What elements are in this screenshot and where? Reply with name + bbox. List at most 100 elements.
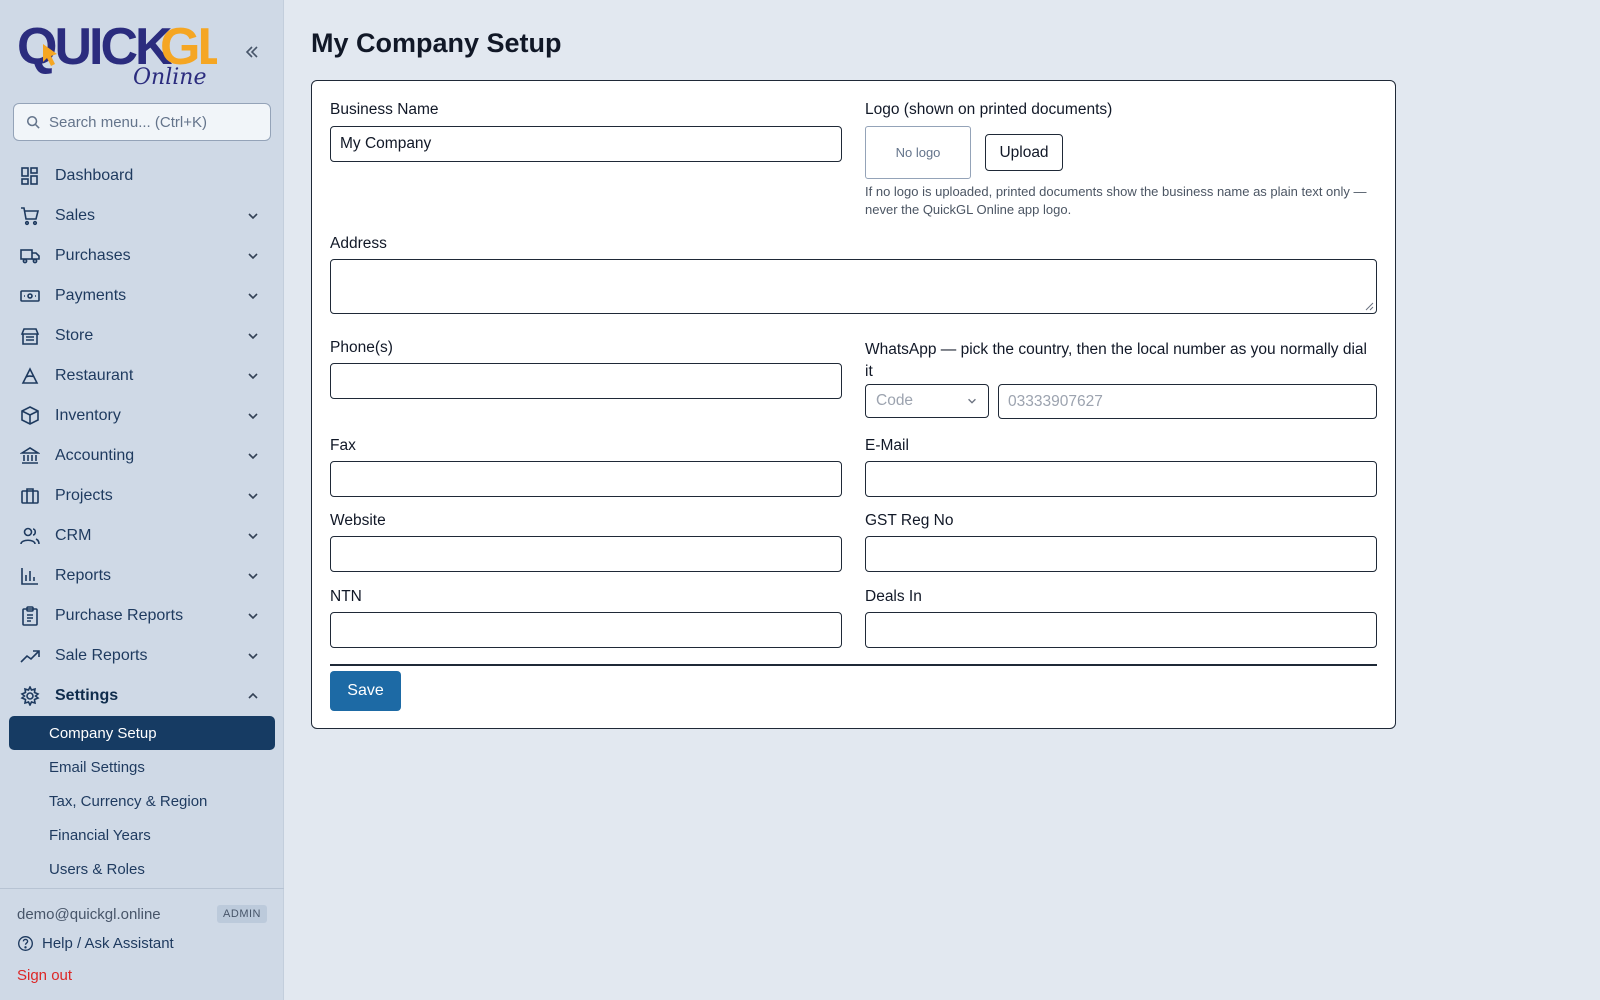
package-icon: [19, 405, 41, 427]
nav-reports[interactable]: Reports: [0, 556, 284, 596]
help-circle-icon: [18, 936, 33, 951]
nav-restaurant[interactable]: Restaurant: [0, 356, 284, 396]
clipboard-icon: [19, 605, 41, 627]
nav-label: Payments: [55, 287, 127, 304]
nav-sale-reports[interactable]: Sale Reports: [0, 636, 284, 676]
subnav-users-roles[interactable]: Users & Roles: [9, 852, 275, 886]
ntn-input[interactable]: [330, 612, 842, 648]
nav-settings[interactable]: Settings: [0, 676, 284, 716]
user-email: demo@quickgl.online: [17, 905, 161, 923]
fax-label: Fax: [330, 437, 356, 454]
address-label: Address: [330, 235, 387, 252]
trending-up-icon: [19, 645, 41, 667]
signout-link[interactable]: Sign out: [17, 967, 72, 984]
app-logo[interactable]: QUICK GL Online: [17, 14, 231, 90]
email-input[interactable]: [865, 461, 1377, 497]
nav-label: Settings: [55, 687, 119, 704]
page-title: My Company Setup: [311, 28, 562, 58]
subnav-financial-years[interactable]: Financial Years: [9, 818, 275, 852]
country-code-value: Code: [876, 392, 914, 409]
nav-purchase-reports[interactable]: Purchase Reports: [0, 596, 284, 636]
fax-input[interactable]: [330, 461, 842, 497]
nav-label: Dashboard: [55, 167, 134, 184]
briefcase-icon: [19, 485, 41, 507]
chevron-down-icon: [246, 528, 262, 544]
help-link[interactable]: Help / Ask Assistant: [17, 935, 174, 952]
nav-store[interactable]: Store: [0, 316, 284, 356]
website-label: Website: [330, 512, 386, 529]
nav-accounting[interactable]: Accounting: [0, 436, 284, 476]
chevron-down-icon: [968, 398, 976, 404]
user-row: demo@quickgl.online ADMIN: [17, 905, 267, 923]
chevron-down-icon: [246, 648, 262, 664]
nav-label: Reports: [55, 567, 112, 584]
nav-sales[interactable]: Sales: [0, 196, 284, 236]
nav-crm[interactable]: CRM: [0, 516, 284, 556]
cart-icon: [19, 205, 41, 227]
business-name-input[interactable]: [330, 126, 842, 162]
chevron-up-icon: [246, 688, 262, 704]
role-badge: ADMIN: [217, 905, 267, 923]
utensils-icon: [19, 365, 41, 387]
bank-icon: [19, 445, 41, 467]
collapse-sidebar-icon[interactable]: [240, 40, 264, 64]
help-label: Help / Ask Assistant: [42, 935, 174, 952]
gst-input[interactable]: [865, 536, 1377, 572]
chevron-down-icon: [246, 368, 262, 384]
chevron-down-icon: [246, 568, 262, 584]
company-setup-form: Business Name Logo (shown on printed doc…: [311, 80, 1396, 729]
nav-projects[interactable]: Projects: [0, 476, 284, 516]
nav-payments[interactable]: Payments: [0, 276, 284, 316]
save-button[interactable]: Save: [330, 671, 401, 711]
upload-logo-button[interactable]: Upload: [985, 134, 1063, 171]
sidebar: QUICK GL Online Dashboard Sales Purchase…: [0, 0, 284, 1000]
subnav-email-settings[interactable]: Email Settings: [9, 750, 275, 784]
nav-label: Sales: [55, 207, 96, 224]
chevron-down-icon: [246, 488, 262, 504]
banknote-icon: [19, 285, 41, 307]
sidebar-footer: demo@quickgl.online ADMIN Help / Ask Ass…: [0, 888, 284, 984]
chevron-down-icon: [246, 208, 262, 224]
nav-label: Purchase Reports: [55, 607, 184, 624]
business-name-label: Business Name: [330, 101, 439, 118]
phones-input[interactable]: [330, 363, 842, 399]
form-divider: [330, 664, 1377, 666]
search-icon: [26, 115, 40, 129]
truck-icon: [19, 245, 41, 267]
nav-label: CRM: [55, 527, 92, 544]
chevron-down-icon: [246, 288, 262, 304]
deals-in-input[interactable]: [865, 612, 1377, 648]
menu-search-input[interactable]: [49, 113, 259, 131]
logo-label: Logo (shown on printed documents): [865, 101, 1113, 118]
nav-inventory[interactable]: Inventory: [0, 396, 284, 436]
settings-submenu: Company Setup Email Settings Tax, Curren…: [9, 716, 275, 886]
menu-search[interactable]: [13, 103, 271, 141]
whatsapp-label: WhatsApp — pick the country, then the lo…: [865, 341, 1367, 380]
resize-handle-icon[interactable]: [1364, 301, 1374, 311]
email-label: E-Mail: [865, 437, 909, 454]
phones-label: Phone(s): [330, 339, 393, 356]
subnav-tax-currency-region[interactable]: Tax, Currency & Region: [9, 784, 275, 818]
chevron-down-icon: [246, 408, 262, 424]
deals-in-label: Deals In: [865, 588, 922, 605]
ntn-label: NTN: [330, 588, 362, 605]
chevron-down-icon: [246, 248, 262, 264]
website-input[interactable]: [330, 536, 842, 572]
subnav-company-setup[interactable]: Company Setup: [9, 716, 275, 750]
address-textarea[interactable]: [330, 259, 1377, 314]
nav-dashboard[interactable]: Dashboard: [0, 156, 284, 196]
logo-hint: If no logo is uploaded, printed document…: [865, 184, 1367, 217]
logo-preview: No logo: [865, 126, 971, 179]
svg-text:Online: Online: [133, 65, 206, 90]
dashboard-icon: [19, 165, 41, 187]
nav-label: Restaurant: [55, 367, 134, 384]
gear-icon: [19, 685, 41, 707]
store-icon: [19, 325, 41, 347]
country-code-select[interactable]: Code: [865, 384, 989, 418]
main-nav: Dashboard Sales Purchases Payments Store…: [0, 156, 284, 716]
nav-purchases[interactable]: Purchases: [0, 236, 284, 276]
nav-label: Store: [55, 327, 94, 344]
users-icon: [19, 525, 41, 547]
whatsapp-number-input[interactable]: [998, 384, 1377, 419]
nav-label: Projects: [55, 487, 113, 504]
